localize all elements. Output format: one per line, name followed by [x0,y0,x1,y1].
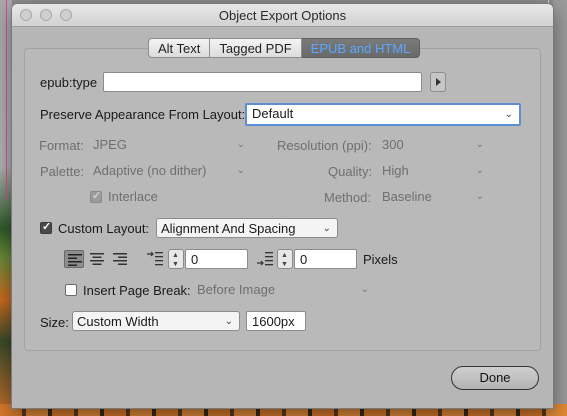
space-after-icon [257,252,273,266]
palette-value: Adaptive (no dither) [93,163,207,178]
window-title: Object Export Options [218,8,347,23]
stepper-down-icon: ▼ [172,261,179,268]
custom-width-input[interactable]: 1600px [246,311,306,331]
interlace-checkbox [90,189,102,203]
done-button[interactable]: Done [451,366,539,390]
tab-epub-and-html[interactable]: EPUB and HTML [301,38,421,58]
resolution-value: 300 [382,137,404,152]
format-label: Format: [39,138,84,153]
background-right [553,0,567,416]
stepper-down-icon: ▼ [281,261,288,268]
resolution-label: Resolution (ppi): [277,138,372,153]
quality-label: Quality: [328,164,373,179]
insert-page-break-label: Insert Page Break: [83,283,191,298]
tab-alt-text[interactable]: Alt Text [148,38,211,58]
size-label: Size: [40,315,69,330]
chevron-down-icon: ⌄ [475,165,484,176]
quality-value: High [382,163,409,178]
align-right-button[interactable] [110,250,130,268]
method-label: Method: [324,190,371,205]
format-select: JPEG ⌄ [89,135,251,155]
chevron-down-icon: ⌄ [475,139,484,150]
align-center-button[interactable] [87,250,107,268]
custom-layout-select[interactable]: Alignment And Spacing ⌄ [156,218,338,238]
preserve-appearance-select[interactable]: Default ⌄ [245,103,521,126]
page-break-select: Before Image ⌄ [193,280,375,300]
palette-select: Adaptive (no dither) ⌄ [89,161,251,181]
space-before-input[interactable]: 0 [185,249,248,269]
preserve-appearance-value: Default [252,106,294,121]
tab-bar: Alt Text Tagged PDF EPUB and HTML [148,38,421,58]
stepper-up-icon: ▲ [281,252,288,259]
spacing-unit-label: Pixels [363,252,398,267]
size-value: Custom Width [77,314,159,329]
preserve-appearance-label: Preserve Appearance From Layout: [40,107,246,122]
quality-select: High ⌄ [378,161,490,181]
page-break-value: Before Image [197,282,276,297]
resolution-select: 300 ⌄ [378,135,490,155]
tab-tagged-pdf[interactable]: Tagged PDF [210,38,302,58]
space-after-stepper[interactable]: ▲ ▼ [277,249,293,269]
format-value: JPEG [93,137,127,152]
object-export-options-dialog: Object Export Options Alt Text Tagged PD… [12,4,553,408]
space-before-icon [147,251,163,266]
epub-type-input[interactable] [103,72,422,92]
space-before-stepper[interactable]: ▲ ▼ [168,249,184,269]
epub-type-label: epub:type [40,75,98,90]
align-left-icon [68,254,82,266]
custom-layout-value: Alignment And Spacing [161,221,296,236]
space-after-input[interactable]: 0 [294,249,357,269]
align-right-icon [113,253,127,265]
epub-type-menu-button[interactable] [430,72,446,92]
chevron-down-icon: ⌄ [236,165,245,176]
chevron-down-icon: ⌄ [224,316,233,327]
chevron-down-icon: ⌄ [360,284,369,295]
align-center-icon [90,253,104,265]
chevron-down-icon: ⌄ [322,223,331,234]
size-select[interactable]: Custom Width ⌄ [72,311,240,331]
stepper-up-icon: ▲ [172,252,179,259]
chevron-down-icon: ⌄ [236,139,245,150]
chevron-down-icon: ⌄ [475,191,484,202]
chevron-down-icon: ⌄ [504,109,513,120]
custom-layout-checkbox[interactable] [40,220,52,234]
insert-page-break-checkbox[interactable] [65,284,77,296]
interlace-label: Interlace [108,189,158,204]
custom-layout-label: Custom Layout: [58,221,150,236]
method-value: Baseline [382,189,432,204]
palette-label: Palette: [40,164,85,179]
method-select: Baseline ⌄ [378,187,490,207]
layout-guide [6,0,7,200]
title-bar: Object Export Options [12,4,553,27]
align-left-button[interactable] [64,250,84,268]
